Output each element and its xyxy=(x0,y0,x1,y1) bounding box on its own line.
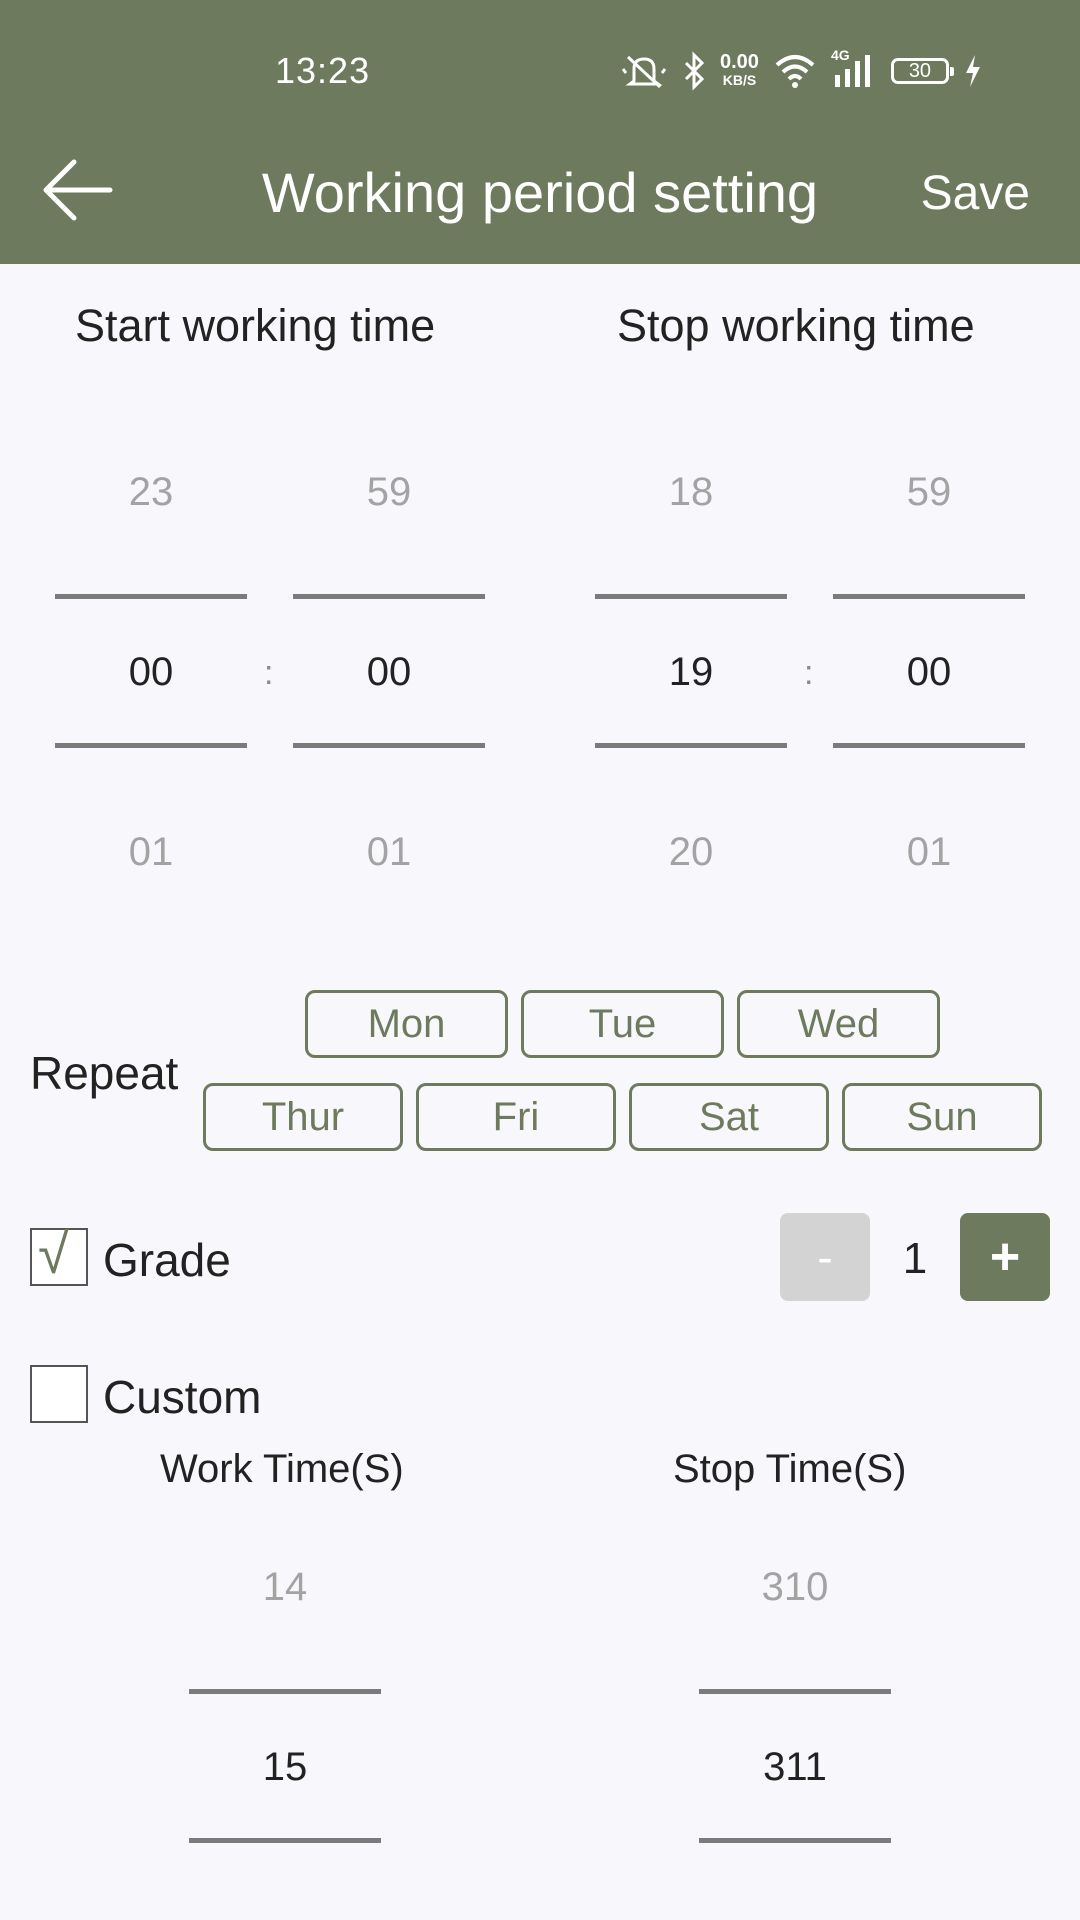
grade-checkbox[interactable]: √ xyxy=(30,1224,88,1286)
picker-divider xyxy=(55,743,247,748)
picker-selected-value: 00 xyxy=(366,650,412,694)
start-hour-picker[interactable]: 23 00 01 xyxy=(55,340,247,900)
status-time: 13:23 xyxy=(275,50,371,91)
picker-prev-value: 14 xyxy=(262,1565,308,1609)
picker-divider xyxy=(595,594,787,599)
picker-divider xyxy=(833,594,1025,599)
net-speed-unit: KB/S xyxy=(722,72,757,88)
bluetooth-icon xyxy=(684,51,705,91)
picker-divider xyxy=(595,743,787,748)
picker-prev-value: 59 xyxy=(906,470,952,514)
app-header: 13:23 0.00 KB/S 4G 30 Working period set… xyxy=(0,0,1080,264)
custom-label: Custom xyxy=(103,1371,262,1423)
checkmark-icon: √ xyxy=(38,1222,69,1285)
picker-divider xyxy=(833,743,1025,748)
net-speed: 0.00 KB/S xyxy=(720,51,759,89)
grade-label: Grade xyxy=(103,1234,231,1286)
stop-hour-picker[interactable]: 18 19 20 xyxy=(595,340,787,900)
picker-divider xyxy=(293,594,485,599)
picker-selected-value: 00 xyxy=(906,650,952,694)
grade-value: 1 xyxy=(902,1234,928,1283)
work-time-label: Work Time(S) xyxy=(160,1447,404,1491)
picker-prev-value: 23 xyxy=(128,470,174,514)
picker-next-value: 01 xyxy=(906,830,952,874)
grade-increment-button[interactable]: + xyxy=(960,1213,1050,1301)
page-title: Working period setting xyxy=(261,161,819,224)
picker-divider xyxy=(699,1838,891,1843)
stop-time-picker[interactable]: 310 311 xyxy=(699,1520,891,1920)
battery-icon: 30 xyxy=(890,58,954,84)
day-button-tue[interactable]: Tue xyxy=(521,990,724,1058)
day-button-sun[interactable]: Sun xyxy=(842,1083,1042,1151)
picker-selected-value: 15 xyxy=(262,1745,308,1789)
grade-decrement-button[interactable]: - xyxy=(780,1213,870,1301)
picker-divider xyxy=(293,743,485,748)
charging-icon xyxy=(965,55,980,87)
picker-selected-value: 311 xyxy=(763,1745,827,1789)
repeat-label: Repeat xyxy=(30,1047,179,1099)
stop-minute-picker[interactable]: 59 00 01 xyxy=(833,340,1025,900)
picker-prev-value: 59 xyxy=(366,470,412,514)
wifi-icon xyxy=(775,55,815,88)
day-button-wed[interactable]: Wed xyxy=(737,990,940,1058)
day-button-thur[interactable]: Thur xyxy=(203,1083,403,1151)
picker-next-value: 01 xyxy=(128,830,174,874)
time-separator: : xyxy=(804,654,814,692)
picker-selected-value: 19 xyxy=(668,650,714,694)
picker-divider xyxy=(55,594,247,599)
picker-divider xyxy=(189,1689,381,1694)
signal-group: 4G xyxy=(831,47,877,91)
day-button-mon[interactable]: Mon xyxy=(305,990,508,1058)
time-separator: : xyxy=(264,654,274,692)
mute-bell-icon xyxy=(621,55,667,89)
day-button-sat[interactable]: Sat xyxy=(629,1083,829,1151)
picker-next-value: 01 xyxy=(366,830,412,874)
signal-icon xyxy=(834,55,870,87)
picker-selected-value: 00 xyxy=(128,650,174,694)
work-time-picker[interactable]: 14 15 xyxy=(189,1520,381,1920)
status-icons: 0.00 KB/S 4G 30 xyxy=(620,47,983,94)
picker-next-value: 20 xyxy=(668,830,714,874)
stop-time-label: Stop Time(S) xyxy=(673,1447,907,1491)
picker-divider xyxy=(699,1689,891,1694)
start-minute-picker[interactable]: 59 00 01 xyxy=(293,340,485,900)
net-speed-value: 0.00 xyxy=(720,51,759,73)
picker-prev-value: 310 xyxy=(761,1565,829,1609)
picker-prev-value: 18 xyxy=(668,470,714,514)
save-button[interactable]: Save xyxy=(921,166,1030,221)
picker-divider xyxy=(189,1838,381,1843)
custom-checkbox[interactable] xyxy=(30,1365,88,1423)
day-button-fri[interactable]: Fri xyxy=(416,1083,616,1151)
